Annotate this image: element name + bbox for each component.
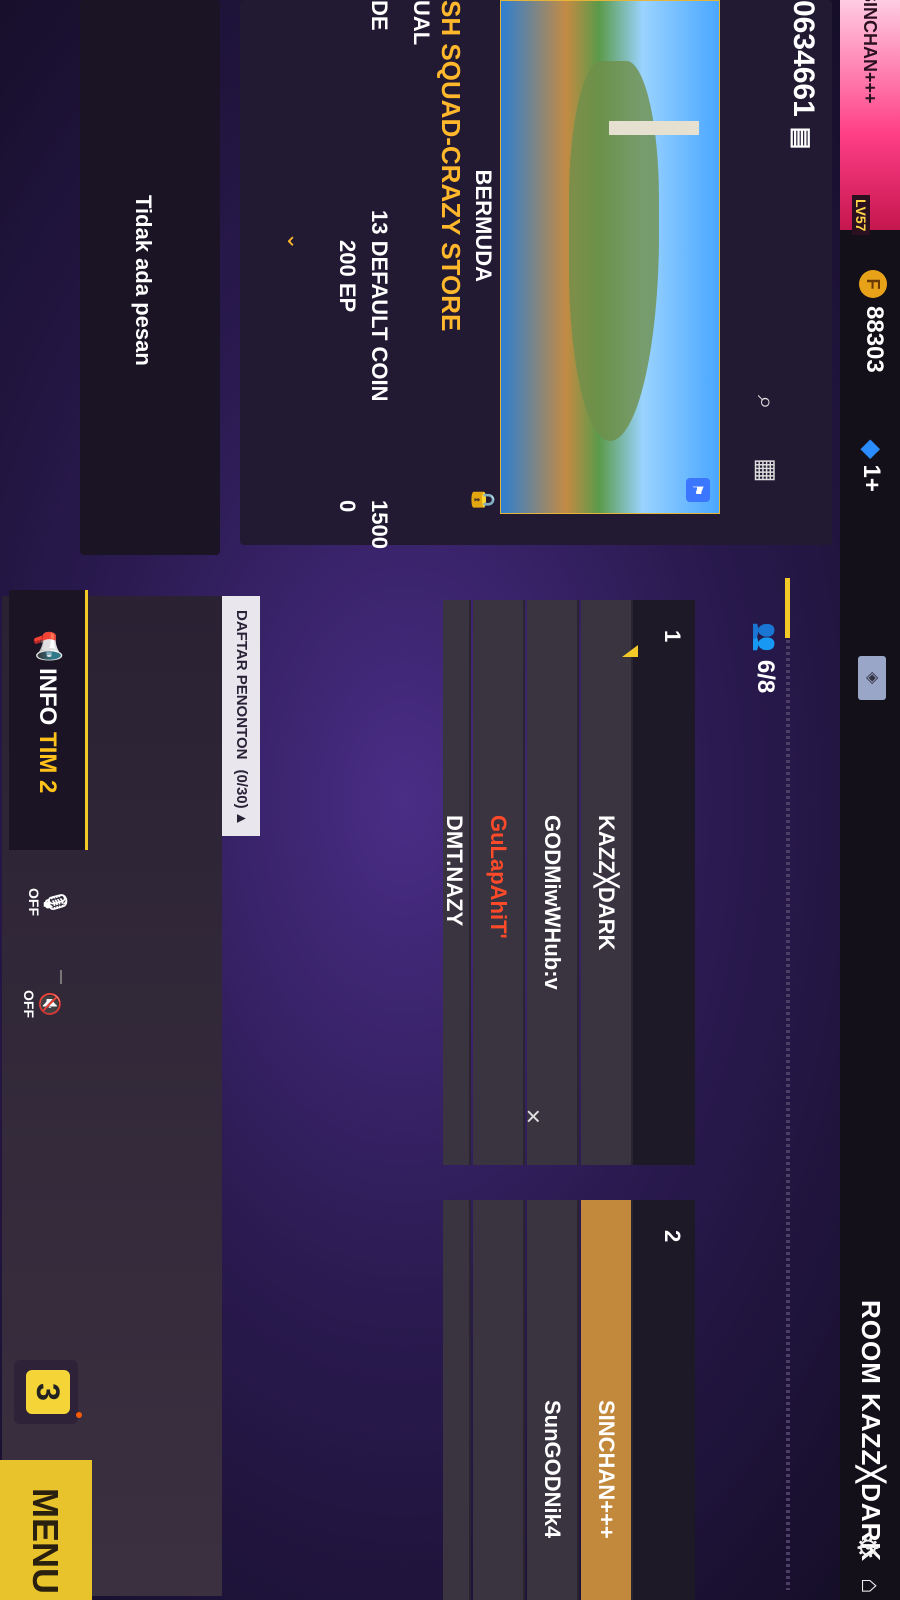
lock-icon: 🔒 [471,486,496,514]
player-name: SunGODNik4 [540,1400,565,1539]
mic-state-label: OFF [26,888,42,916]
player-name: GuLapAhiT' [486,815,511,939]
mode-name: SH SQUAD-CRAZY STORE [436,0,466,332]
search-icon[interactable]: ⌕ [750,395,782,410]
mic-toggle-button[interactable]: 🎙 OFF [26,888,68,916]
setting-label: DE [367,0,392,31]
notification-dot [76,1412,82,1418]
team-count-value: 6/8 [752,659,779,694]
empty-slot[interactable] [443,1200,471,1600]
team-1-header: 1 [633,600,695,1165]
spectator-label: DAFTAR PENONTON [233,610,250,760]
copy-icon[interactable]: ▤ [788,127,815,150]
divider [60,970,62,984]
section-accent [785,578,790,638]
team-count: 👥 6/8 [751,622,780,693]
map-mode-icon: ⚑ [686,478,710,502]
player-banner[interactable]: SINCHAN+++ LV57 [840,0,900,236]
map-thumbnail[interactable] [500,0,720,514]
player-slot-self[interactable]: SINCHAN+++ [581,1200,633,1600]
leader-marker-icon [622,645,638,657]
mic-off-icon: 🎙 [43,888,68,916]
diamond-amount: 1+ [858,464,885,492]
setting-coin-value: 1500 [367,500,392,549]
player-name: SINCHAN+++ [860,0,880,104]
team-1-number: 1 [660,630,685,643]
map-tower-shape [609,121,699,135]
spectator-count: (0/30) [233,769,250,809]
room-screen: SINCHAN+++ LV57 F 88303 ◆ 1+ ◈ ROOM KAZZ╳D… [0,0,900,1600]
player-name: KAZZ╳DARK [594,815,619,951]
setting-coin: 13 DEFAULT COIN [367,210,392,402]
mode-type: UAL [409,0,434,46]
level-badge: LV57 [852,195,870,236]
gear-icon[interactable]: ⚙ [851,1535,884,1560]
dice-icon: 3 [26,1370,70,1414]
room-id: 0634661 ▤ [786,0,820,149]
team-2-header: 2 [633,1200,695,1600]
mic-muted-icon: ✕ [521,1108,543,1125]
chevron-down-icon[interactable]: ⌄ [282,232,308,250]
room-id-value: 0634661 [787,0,820,117]
speaker-state-label: OFF [21,990,37,1018]
diamond-icon: ◆ [858,440,885,459]
player-slot[interactable]: DMT.NAZY [442,600,471,1165]
speaker-toggle-button[interactable]: 🔇 OFF [21,990,62,1018]
megaphone-icon: 📢 [33,630,63,663]
player-slot[interactable]: SunGODNik4 [527,1200,579,1600]
setting-ep-value: 0 [335,500,360,513]
player-name: GODMiwWHub:v [540,815,565,990]
coin-balance[interactable]: F 88303 [859,270,888,373]
chat-empty-text: Tidak ada pesan [131,195,156,366]
menu-button[interactable]: MENU [0,1460,92,1600]
room-title: ROOM KAZZ╳DARK [856,1300,886,1563]
speaker-off-icon: 🔇 [38,991,60,1017]
player-name: SINCHAN+++ [594,1400,619,1539]
team-info-button[interactable]: 📢 INFO TIM 2 [9,590,88,850]
player-slot[interactable]: GuLapAhiT' [473,600,525,1165]
coin-icon: F [859,270,887,298]
people-icon: 👥 [752,622,779,652]
empty-slot[interactable] [473,1200,525,1600]
diamond-balance[interactable]: ◆ 1+ [857,440,886,492]
player-slot[interactable]: GODMiwWHub:v [527,600,579,1165]
team-info-label: INFO TIM 2 [34,668,61,794]
map-name: BERMUDA [471,169,496,282]
spectator-list-tab[interactable]: DAFTAR PENONTON (0/30) ▲ [222,596,260,836]
crystal-badge-icon[interactable]: ◈ [858,656,886,700]
dice-button[interactable]: 3 [14,1360,78,1424]
coin-amount: 88303 [861,306,888,373]
qr-code-icon[interactable]: ▦ [751,458,782,483]
team-2-panel: 2 SINCHAN+++ SunGODNik4 [443,1200,695,1600]
player-name: DMT.NAZY [442,815,467,927]
setting-ep: 200 EP [335,240,360,313]
map-island-shape [569,61,659,441]
chevron-up-icon: ▲ [233,811,250,826]
team-1-panel: 1 KAZZ╳DARK GODMiwWHub:v GuLapAhiT' DMT.… [442,600,695,1165]
player-slot[interactable]: KAZZ╳DARK [581,600,633,1165]
menu-label: MENU [25,1488,66,1594]
home-icon[interactable]: ⌂ [855,1578,886,1594]
team-2-number: 2 [660,1230,685,1243]
section-divider [786,580,790,1590]
